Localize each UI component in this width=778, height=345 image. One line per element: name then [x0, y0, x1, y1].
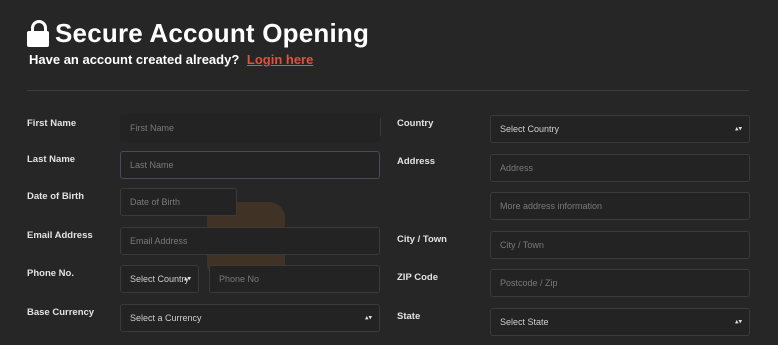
- country-select[interactable]: Select Country ▴▾: [490, 115, 750, 143]
- address-input[interactable]: Address: [490, 154, 750, 182]
- country-label: Country: [397, 118, 434, 129]
- phone-input[interactable]: Phone No: [209, 265, 380, 293]
- currency-label: Base Currency: [27, 307, 95, 318]
- last-name-input[interactable]: Last Name: [120, 151, 380, 179]
- phone-label: Phone No.: [27, 268, 74, 279]
- phone-country-select-value: Select Country: [130, 274, 190, 284]
- dob-label: Date of Birth: [27, 191, 84, 202]
- state-label: State: [397, 311, 421, 322]
- currency-select-value: Select a Currency: [130, 313, 202, 323]
- page-title: Secure Account Opening: [55, 18, 370, 48]
- state-select-value: Select State: [500, 317, 549, 327]
- login-prompt: Have an account created already? Login h…: [29, 52, 313, 67]
- updown-arrows-icon: ▴▾: [734, 125, 742, 133]
- country-select-value: Select Country: [500, 124, 560, 134]
- column-divider: [380, 118, 381, 136]
- zip-label: ZIP Code: [397, 272, 438, 283]
- login-prompt-text: Have an account created already?: [29, 52, 240, 67]
- address-label: Address: [397, 156, 436, 167]
- email-input[interactable]: Email Address: [120, 227, 380, 255]
- last-name-label: Last Name: [27, 154, 76, 165]
- divider: [27, 90, 749, 91]
- updown-arrows-icon: ▴▾: [364, 314, 372, 322]
- address-line2-input[interactable]: More address information: [490, 192, 750, 220]
- first-name-input[interactable]: First Name: [120, 114, 380, 142]
- email-label: Email Address: [27, 230, 93, 241]
- login-link[interactable]: Login here: [247, 52, 313, 67]
- city-input[interactable]: City / Town: [490, 231, 750, 259]
- dob-input[interactable]: Date of Birth: [120, 188, 237, 216]
- city-label: City / Town: [397, 234, 447, 245]
- zip-input[interactable]: Postcode / Zip: [490, 269, 750, 297]
- state-select[interactable]: Select State ▴▾: [490, 308, 750, 336]
- lock-icon: [27, 19, 49, 48]
- updown-arrows-icon: ▴▾: [734, 318, 742, 326]
- updown-arrows-icon: ▴▾: [183, 275, 191, 283]
- first-name-label: First Name: [27, 118, 77, 129]
- phone-country-select[interactable]: Select Country ▴▾: [120, 265, 199, 293]
- currency-select[interactable]: Select a Currency ▴▾: [120, 304, 380, 332]
- header: Secure Account Opening: [27, 18, 369, 49]
